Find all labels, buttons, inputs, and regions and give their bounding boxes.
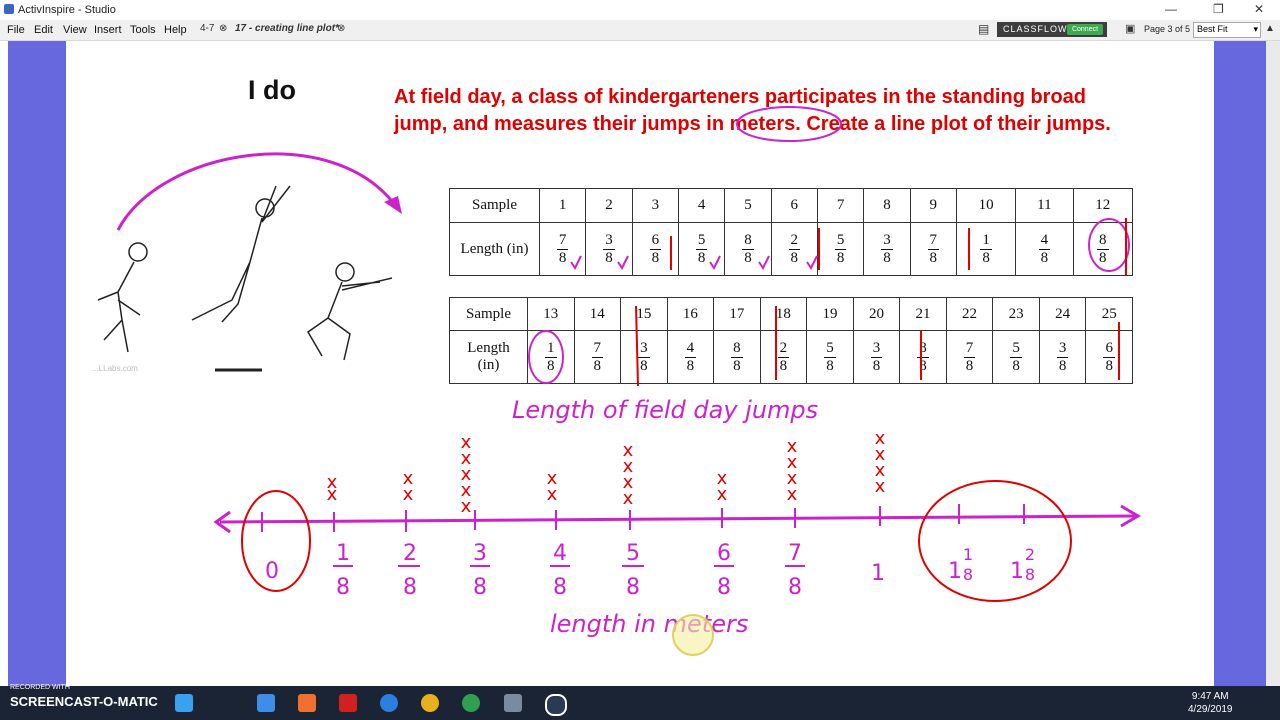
svg-text:0: 0: [265, 559, 279, 584]
svg-text:x: x: [623, 440, 634, 461]
svg-text:8: 8: [553, 575, 567, 600]
svg-text:8: 8: [963, 565, 973, 584]
edge-icon[interactable]: [380, 694, 398, 712]
svg-text:x: x: [403, 468, 414, 489]
plot-handwritten-title: Length of field day jumps: [512, 396, 818, 424]
record-icon[interactable]: [545, 694, 567, 716]
activinspire-icon[interactable]: [504, 694, 522, 712]
svg-text:8: 8: [788, 575, 802, 600]
svg-text:x: x: [875, 428, 886, 449]
svg-text:x: x: [327, 472, 338, 493]
taskbar-app-icon[interactable]: [257, 694, 275, 712]
svg-text:x: x: [547, 468, 558, 489]
svg-text:7: 7: [788, 541, 802, 566]
screencast-logo: SCREENCAST-O-MATIC: [10, 694, 158, 709]
cursor-highlight: [672, 614, 714, 656]
chrome-icon[interactable]: [421, 694, 439, 712]
svg-text:1: 1: [871, 561, 885, 586]
svg-text:8: 8: [1025, 565, 1035, 584]
svg-text:1: 1: [1010, 559, 1024, 584]
svg-text:8: 8: [473, 575, 487, 600]
chrome-icon[interactable]: [462, 694, 480, 712]
acrobat-icon[interactable]: [339, 694, 357, 712]
svg-text:8: 8: [336, 575, 350, 600]
jumpers-illustration: [97, 185, 393, 372]
arc-arrowhead: [384, 196, 402, 214]
clock-time: 9:47 AM: [1191, 691, 1229, 702]
recorded-with-label: RECORDED WITH: [10, 684, 70, 691]
svg-text:2: 2: [1025, 545, 1035, 564]
number-line: [219, 514, 1136, 524]
svg-text:8: 8: [403, 575, 417, 600]
clock-date: 4/29/2019: [1188, 704, 1233, 715]
svg-text:5: 5: [626, 541, 640, 566]
svg-text:3: 3: [473, 541, 487, 566]
check-marks: [528, 218, 1130, 384]
clock[interactable]: 9:47 AM 4/29/2019: [1188, 690, 1233, 716]
svg-text:8: 8: [626, 575, 640, 600]
meters-circle: [736, 106, 842, 142]
svg-text:1: 1: [336, 541, 350, 566]
tally-marks: [635, 218, 1127, 387]
svg-text:6: 6: [717, 541, 731, 566]
image-watermark: ...LLabs.com: [92, 364, 138, 373]
svg-text:x: x: [461, 432, 472, 453]
svg-text:8: 8: [717, 575, 731, 600]
plot-x-marks: xx xx xxxxx xx xxxx xx xxxx xxxx: [327, 428, 886, 517]
svg-text:4: 4: [553, 541, 567, 566]
svg-text:2: 2: [403, 541, 417, 566]
axis-handwritten-label: length in meters: [550, 610, 748, 638]
taskbar-app-icon[interactable]: [175, 694, 193, 712]
taskbar-app-icon[interactable]: [298, 694, 316, 712]
svg-text:x: x: [787, 436, 798, 457]
svg-text:1: 1: [948, 559, 962, 584]
svg-text:1: 1: [963, 545, 973, 564]
jump-arc: [116, 152, 397, 231]
ink-annotations: Length of field day jumps 0 18 28 38 48 …: [97, 106, 1141, 656]
svg-text:x: x: [717, 468, 728, 489]
over-one-circle: [918, 480, 1072, 602]
